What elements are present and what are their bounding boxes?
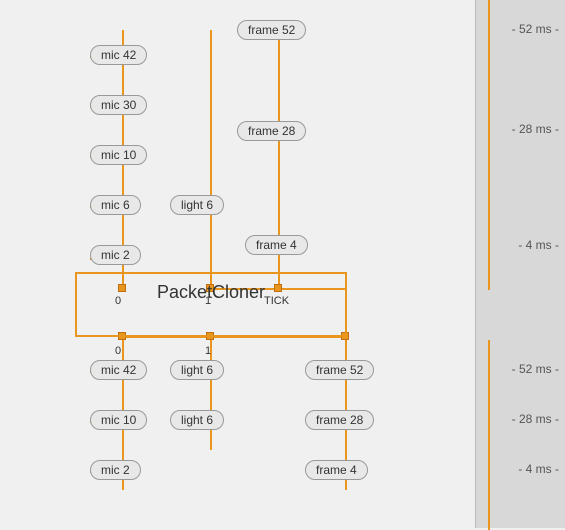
port1-label: 1 xyxy=(205,295,211,307)
node-light6a-out: light 6 xyxy=(170,360,224,380)
out-port1-label: 1 xyxy=(205,345,211,357)
timeline-vline-bottom xyxy=(488,340,490,530)
node-mic2-out: mic 2 xyxy=(90,460,141,480)
node-mic42-out: mic 42 xyxy=(90,360,147,380)
out-port0-label: 0 xyxy=(115,345,121,357)
timeline-panel xyxy=(475,0,565,528)
diagram: - 52 ms - - 28 ms - - 4 ms - - 52 ms - -… xyxy=(0,0,565,528)
timeline-label-4ms-bot: - 4 ms - xyxy=(518,462,559,476)
node-mic10-in: mic 10 xyxy=(90,145,147,165)
port0-label: 0 xyxy=(115,295,121,307)
node-mic10-out: mic 10 xyxy=(90,410,147,430)
node-light6b-out: light 6 xyxy=(170,410,224,430)
timeline-label-28ms-top: - 28 ms - xyxy=(512,122,559,136)
vline-light-1 xyxy=(210,30,212,290)
timeline-label-52ms-bot: - 52 ms - xyxy=(512,362,559,376)
node-light6-in: light 6 xyxy=(170,195,224,215)
timeline-vline-top xyxy=(488,0,490,290)
node-frame52-in: frame 52 xyxy=(237,20,306,40)
node-mic30-in: mic 30 xyxy=(90,95,147,115)
timeline-label-28ms-bot: - 28 ms - xyxy=(512,412,559,426)
node-frame4-out: frame 4 xyxy=(305,460,368,480)
node-mic6-in: mic 6 xyxy=(90,195,141,215)
timeline-label-4ms-top: - 4 ms - xyxy=(518,238,559,252)
timeline-label-52ms-top: - 52 ms - xyxy=(512,22,559,36)
node-frame28-out: frame 28 xyxy=(305,410,374,430)
node-frame4-in: frame 4 xyxy=(245,235,308,255)
tick-label: TICK xyxy=(264,295,289,307)
node-frame52-out: frame 52 xyxy=(305,360,374,380)
node-frame28-in: frame 28 xyxy=(237,121,306,141)
node-mic42-in: mic 42 xyxy=(90,45,147,65)
node-mic2-in: mic 2 xyxy=(90,245,141,265)
